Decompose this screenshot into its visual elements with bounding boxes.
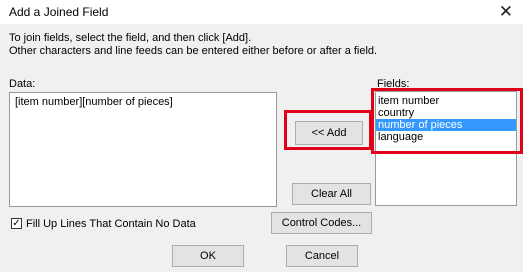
data-label: Data: bbox=[9, 78, 36, 90]
ok-button[interactable]: OK bbox=[172, 245, 244, 267]
clear-all-button[interactable]: Clear All bbox=[292, 183, 371, 205]
fill-up-lines-label: Fill Up Lines That Contain No Data bbox=[26, 218, 196, 230]
cancel-button[interactable]: Cancel bbox=[286, 245, 358, 267]
add-joined-field-dialog: Add a Joined Field ✕ To join fields, sel… bbox=[0, 0, 523, 272]
data-text: [item number][number of pieces] bbox=[15, 96, 173, 108]
instruction-line-1: To join fields, select the field, and th… bbox=[9, 32, 252, 44]
instruction-line-2: Other characters and line feeds can be e… bbox=[9, 45, 378, 57]
data-textarea[interactable]: [item number][number of pieces] bbox=[9, 92, 277, 207]
close-icon[interactable]: ✕ bbox=[499, 2, 513, 22]
dialog-title: Add a Joined Field bbox=[9, 5, 109, 19]
add-highlight bbox=[284, 110, 372, 150]
fill-up-lines-checkbox[interactable]: ✓ bbox=[11, 218, 22, 229]
title-bar: Add a Joined Field ✕ bbox=[0, 0, 523, 24]
control-codes-button[interactable]: Control Codes... bbox=[271, 212, 372, 234]
fields-highlight bbox=[371, 88, 523, 154]
checkmark-icon: ✓ bbox=[12, 218, 21, 229]
instructions: To join fields, select the field, and th… bbox=[9, 32, 377, 58]
